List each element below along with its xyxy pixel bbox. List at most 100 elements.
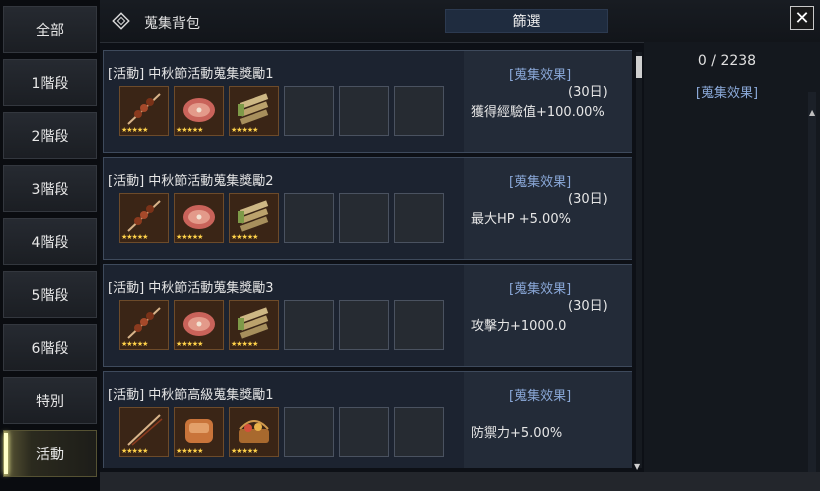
star-rating: ★★★★★ <box>121 233 148 241</box>
empty-slot <box>339 86 389 136</box>
star-rating: ★★★★★ <box>176 340 203 348</box>
star-rating: ★★★★★ <box>231 340 258 348</box>
item-slot[interactable]: ★★★★★ <box>174 193 224 243</box>
collection-card[interactable]: [活動] 中秋節活動蒐集獎勵2 ★★★★★ ★★★★★ ★★★★★ [蒐集效果]… <box>103 157 632 260</box>
vegetable-bundle-icon <box>238 93 269 125</box>
effect-value: 防禦力+5.00% <box>471 426 563 441</box>
empty-slot <box>339 407 389 457</box>
vegetable-bundle-icon <box>238 200 269 232</box>
empty-slot <box>284 86 334 136</box>
empty-slot <box>394 86 444 136</box>
window-header: 蒐集背包 篩選 ✕ <box>100 0 820 43</box>
skewer-icon <box>127 93 161 125</box>
empty-slot <box>394 407 444 457</box>
collection-effect-link[interactable]: [蒐集效果] <box>509 385 571 404</box>
scroll-up-icon[interactable]: ▲ <box>809 108 815 117</box>
star-rating: ★★★★★ <box>176 447 203 455</box>
star-rating: ★★★★★ <box>176 233 203 241</box>
empty-slot <box>339 193 389 243</box>
empty-slot <box>339 300 389 350</box>
page-title: 蒐集背包 <box>144 16 200 32</box>
diamond-icon <box>112 12 130 30</box>
empty-slot <box>394 300 444 350</box>
item-slot[interactable]: ★★★★★ <box>119 193 169 243</box>
skewer-icon <box>127 200 161 232</box>
close-icon[interactable]: ✕ <box>790 6 814 30</box>
sidebar-item-label: 6階段 <box>31 340 69 357</box>
scrollbar-thumb[interactable] <box>636 56 642 78</box>
skewer-icon <box>127 307 161 339</box>
star-rating: ★★★★★ <box>231 233 258 241</box>
item-slot[interactable]: ★★★★★ <box>229 193 279 243</box>
collection-list: [活動] 中秋節活動蒐集獎勵1 ★★★★★ ★★★★★ ★★★★★ [蒐集效果]… <box>100 48 635 468</box>
item-slot[interactable]: ★★★★★ <box>174 407 224 457</box>
star-rating: ★★★★★ <box>121 126 148 134</box>
vegetable-bundle-icon <box>238 307 269 339</box>
sidebar-item-stage-1[interactable]: 1階段 <box>3 59 97 106</box>
empty-slot <box>394 193 444 243</box>
meat-icon <box>183 98 215 122</box>
collection-card[interactable]: [活動] 中秋節高級蒐集獎勵1 ★★★★★ ★★★★★ ★★★★★ [蒐集效果]… <box>103 371 632 468</box>
item-slot[interactable]: ★★★★★ <box>119 407 169 457</box>
meat-icon <box>183 205 215 229</box>
effect-value: 獲得經驗值+100.00% <box>471 105 605 120</box>
sidebar-item-stage-5[interactable]: 5階段 <box>3 271 97 318</box>
item-slot[interactable]: ★★★★★ <box>119 86 169 136</box>
sidebar-item-stage-4[interactable]: 4階段 <box>3 218 97 265</box>
empty-slot <box>284 300 334 350</box>
total-effect-link[interactable]: [蒐集效果] <box>644 82 810 101</box>
sidebar-item-stage-6[interactable]: 6階段 <box>3 324 97 371</box>
sidebar-item-all[interactable]: 全部 <box>3 6 97 53</box>
filter-button[interactable]: 篩選 <box>445 9 608 33</box>
sidebar-item-label: 5階段 <box>31 287 69 304</box>
food-basket-icon <box>239 420 269 443</box>
roast-meat-icon <box>185 419 213 443</box>
list-scrollbar[interactable] <box>636 52 642 468</box>
summary-panel: 0 / 2238 [蒐集效果] ▲ <box>644 42 820 472</box>
star-rating: ★★★★★ <box>231 447 258 455</box>
sidebar-item-label: 4階段 <box>31 234 69 251</box>
collection-card[interactable]: [活動] 中秋節活動蒐集獎勵1 ★★★★★ ★★★★★ ★★★★★ [蒐集效果]… <box>103 50 632 153</box>
duration-label: (30日) <box>568 192 608 207</box>
meat-icon <box>183 312 215 336</box>
duration-label: (30日) <box>568 299 608 314</box>
item-slot[interactable]: ★★★★★ <box>174 86 224 136</box>
item-slot[interactable]: ★★★★★ <box>229 300 279 350</box>
item-slot[interactable]: ★★★★★ <box>174 300 224 350</box>
collection-count: 0 / 2238 <box>697 53 757 69</box>
item-slot[interactable]: ★★★★★ <box>229 407 279 457</box>
item-slot[interactable]: ★★★★★ <box>229 86 279 136</box>
collection-name: [活動] 中秋節活動蒐集獎勵3 <box>108 281 274 296</box>
skewer-icon <box>127 414 163 446</box>
sidebar-item-special[interactable]: 特別 <box>3 377 97 424</box>
star-rating: ★★★★★ <box>121 447 148 455</box>
category-sidebar: 全部 1階段 2階段 3階段 4階段 5階段 6階段 特別 活動 <box>0 0 100 491</box>
scroll-down-icon[interactable]: ▼ <box>634 462 640 471</box>
sidebar-item-label: 1階段 <box>31 75 69 92</box>
item-slot[interactable]: ★★★★★ <box>119 300 169 350</box>
sidebar-item-label: 3階段 <box>31 181 69 198</box>
duration-label: (30日) <box>568 85 608 100</box>
sidebar-item-event[interactable]: 活動 <box>3 430 97 477</box>
effect-value: 攻擊力+1000.0 <box>471 319 567 334</box>
collection-name: [活動] 中秋節高級蒐集獎勵1 <box>108 388 274 403</box>
sidebar-item-label: 2階段 <box>31 128 69 145</box>
collection-card[interactable]: [活動] 中秋節活動蒐集獎勵3 ★★★★★ ★★★★★ ★★★★★ [蒐集效果]… <box>103 264 632 367</box>
collection-name: [活動] 中秋節活動蒐集獎勵2 <box>108 174 274 189</box>
collection-effect-link[interactable]: [蒐集效果] <box>509 171 571 190</box>
collection-effect-link[interactable]: [蒐集效果] <box>509 64 571 83</box>
sidebar-item-label: 特別 <box>36 393 64 410</box>
effect-value: 最大HP +5.00% <box>471 212 571 227</box>
sidebar-item-label: 活動 <box>36 446 64 463</box>
empty-slot <box>284 193 334 243</box>
sidebar-item-stage-2[interactable]: 2階段 <box>3 112 97 159</box>
sidebar-item-stage-3[interactable]: 3階段 <box>3 165 97 212</box>
star-rating: ★★★★★ <box>121 340 148 348</box>
panel-scrollbar[interactable] <box>808 92 816 472</box>
collection-effect-link[interactable]: [蒐集效果] <box>509 278 571 297</box>
star-rating: ★★★★★ <box>176 126 203 134</box>
collection-name: [活動] 中秋節活動蒐集獎勵1 <box>108 67 274 82</box>
bottom-bar <box>100 472 820 491</box>
sidebar-item-label: 全部 <box>36 22 64 39</box>
empty-slot <box>284 407 334 457</box>
